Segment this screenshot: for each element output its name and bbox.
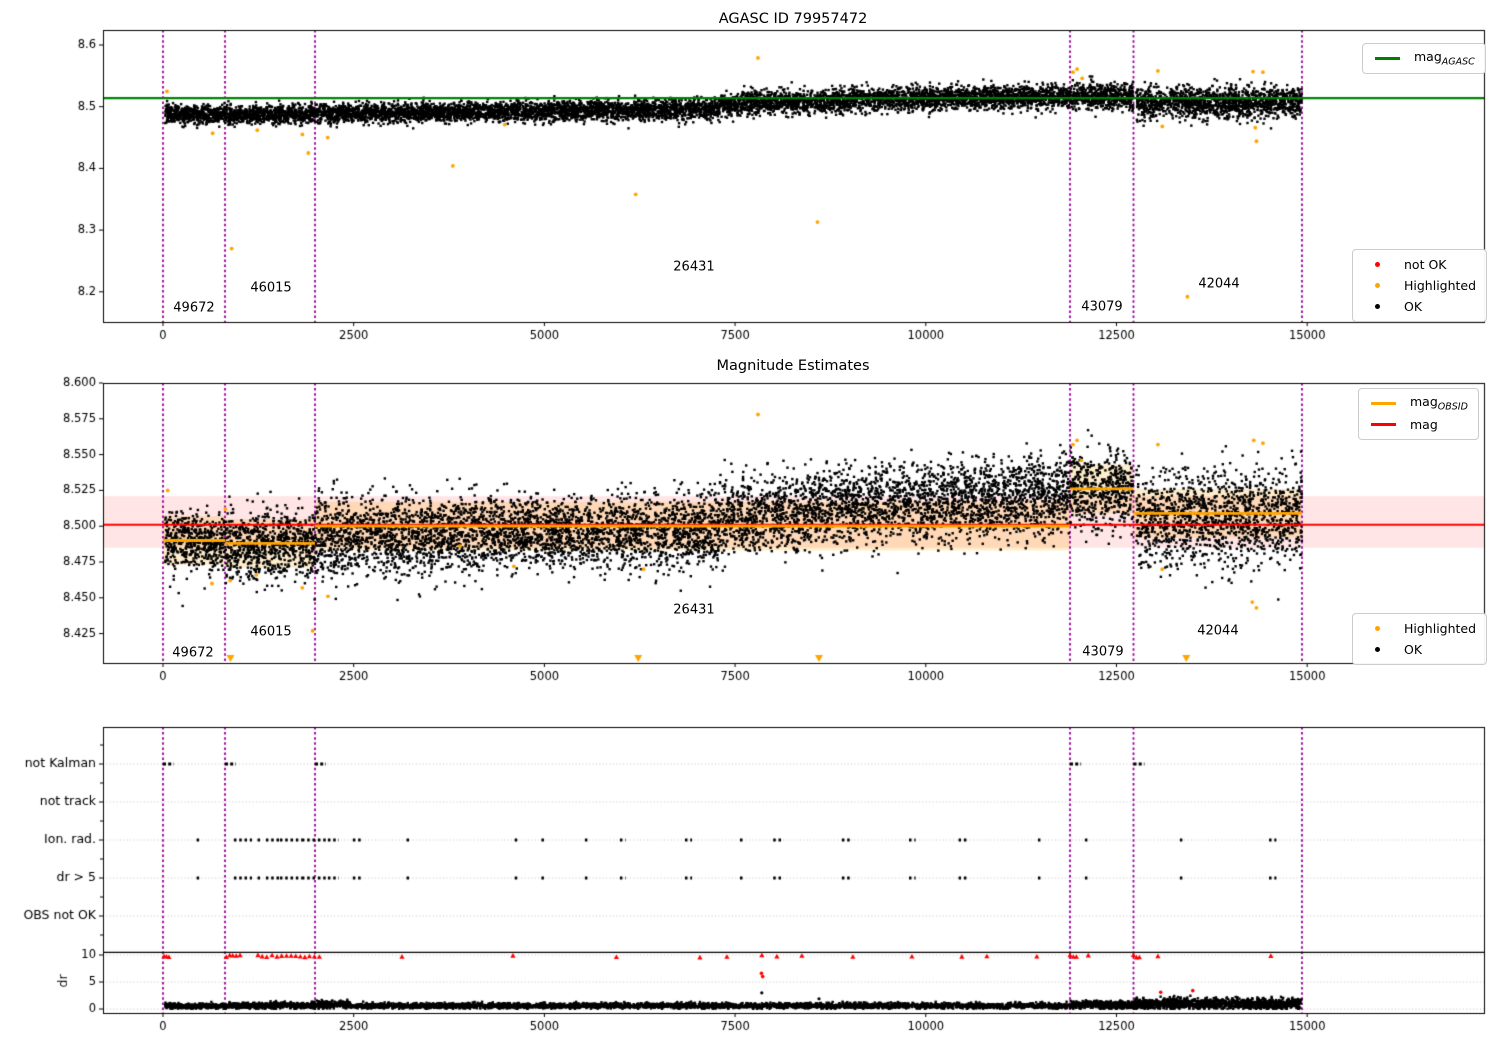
legend-entry: OK (1359, 296, 1476, 317)
legend-line-swatch (1365, 423, 1401, 426)
legend-entry: mag (1365, 414, 1468, 435)
legend-highlighted-ok: Highlighted OK (1352, 613, 1488, 665)
legend-label: OK (1404, 299, 1423, 314)
legend-entry: magAGASC (1369, 48, 1475, 69)
legend-label: Highlighted (1404, 621, 1477, 636)
legend-mag-obsid: magOBSID mag (1358, 388, 1479, 440)
obsid-label-26431: 26431 (673, 602, 715, 618)
legend-dot-icon (1359, 262, 1395, 267)
middle-plot-title: Magnitude Estimates (716, 358, 870, 374)
legend-dot-icon (1359, 647, 1395, 652)
legend-entry: not OK (1359, 254, 1476, 275)
figure-canvas (0, 0, 1500, 1050)
legend-label: mag (1410, 417, 1438, 432)
figure: AGASC ID 79957472 Magnitude Estimates ma… (0, 0, 1500, 1050)
obsid-label-49672: 49672 (173, 300, 215, 316)
legend-label: magOBSID (1410, 394, 1468, 413)
top-plot-title: AGASC ID 79957472 (718, 11, 868, 27)
obsid-label-42044: 42044 (1198, 276, 1240, 292)
obsid-label-26431: 26431 (673, 259, 715, 275)
legend-line-swatch (1369, 57, 1405, 60)
legend-entry: Highlighted (1359, 618, 1476, 639)
legend-dot-icon (1359, 626, 1395, 631)
legend-label: OK (1404, 642, 1423, 657)
legend-label: Highlighted (1404, 278, 1477, 293)
legend-mag-agasc: magAGASC (1362, 43, 1486, 74)
obsid-label-42044: 42044 (1197, 623, 1239, 639)
obsid-label-46015: 46015 (250, 624, 292, 640)
obsid-label-43079: 43079 (1081, 299, 1123, 315)
obsid-label-46015: 46015 (250, 280, 292, 296)
legend-label: not OK (1404, 257, 1447, 272)
legend-label: magAGASC (1414, 49, 1475, 68)
obsid-label-43079: 43079 (1082, 644, 1124, 660)
legend-point-status: not OK Highlighted OK (1352, 249, 1488, 322)
legend-entry: OK (1359, 639, 1476, 660)
legend-entry: magOBSID (1365, 393, 1468, 414)
legend-entry: Highlighted (1359, 275, 1476, 296)
obsid-label-49672: 49672 (172, 645, 214, 661)
legend-dot-icon (1359, 304, 1395, 309)
legend-line-swatch (1365, 402, 1401, 405)
legend-dot-icon (1359, 283, 1395, 288)
